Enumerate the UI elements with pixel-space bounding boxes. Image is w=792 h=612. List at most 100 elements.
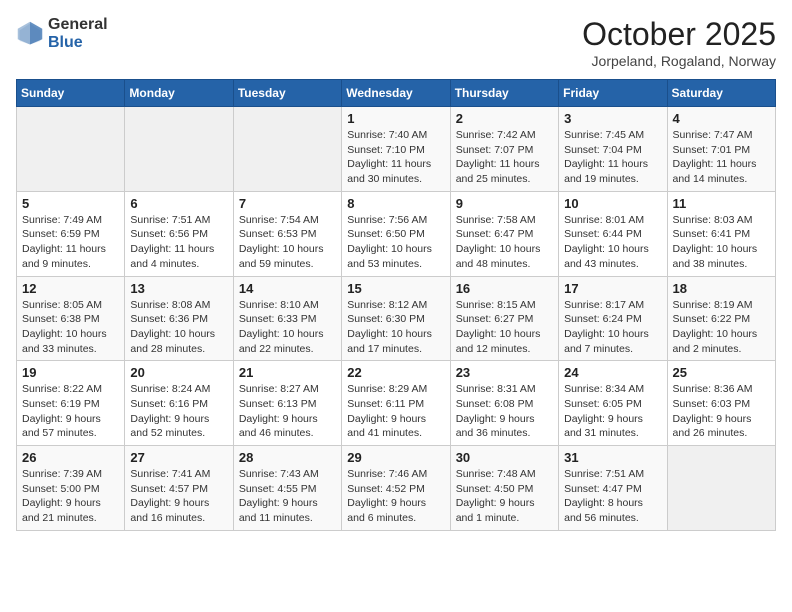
logo-icon <box>16 20 44 48</box>
calendar-week-row: 12Sunrise: 8:05 AM Sunset: 6:38 PM Dayli… <box>17 276 776 361</box>
day-number: 6 <box>130 196 227 211</box>
calendar-cell: 26Sunrise: 7:39 AM Sunset: 5:00 PM Dayli… <box>17 446 125 531</box>
day-number: 25 <box>673 365 770 380</box>
calendar-cell: 11 Sunrise: 8:03 AM Sunset: 6:41 PM Dayli… <box>667 191 775 276</box>
day-number: 20 <box>130 365 227 380</box>
day-number: 27 <box>130 450 227 465</box>
calendar-cell: 24 Sunrise: 8:34 AM Sunset: 6:05 PM Dayli… <box>559 361 667 446</box>
weekday-header: Thursday <box>450 80 558 107</box>
day-info: Sunrise: 7:39 AM Sunset: 5:00 PM Dayligh… <box>22 467 119 526</box>
calendar-cell: 23 Sunrise: 8:31 AM Sunset: 6:08 PM Dayli… <box>450 361 558 446</box>
day-info: Sunrise: 8:03 AM Sunset: 6:41 PM Dayligh… <box>673 213 770 272</box>
day-info: Sunrise: 8:17 AM Sunset: 6:24 PM Dayligh… <box>564 298 661 357</box>
calendar-cell: 4 Sunrise: 7:47 AM Sunset: 7:01 PM Daylig… <box>667 107 775 192</box>
weekday-header: Tuesday <box>233 80 341 107</box>
day-info: Sunrise: 8:36 AM Sunset: 6:03 PM Dayligh… <box>673 382 770 441</box>
day-number: 23 <box>456 365 553 380</box>
day-number: 28 <box>239 450 336 465</box>
calendar-cell: 7 Sunrise: 7:54 AM Sunset: 6:53 PM Daylig… <box>233 191 341 276</box>
calendar-cell <box>667 446 775 531</box>
day-info: Sunrise: 8:34 AM Sunset: 6:05 PM Dayligh… <box>564 382 661 441</box>
calendar-cell: 31 Sunrise: 7:51 AM Sunset: 4:47 PM Dayli… <box>559 446 667 531</box>
day-info: Sunrise: 8:31 AM Sunset: 6:08 PM Dayligh… <box>456 382 553 441</box>
day-info: Sunrise: 8:22 AM Sunset: 6:19 PM Dayligh… <box>22 382 119 441</box>
day-number: 18 <box>673 281 770 296</box>
calendar-cell: 14 Sunrise: 8:10 AM Sunset: 6:33 PM Dayli… <box>233 276 341 361</box>
day-number: 10 <box>564 196 661 211</box>
day-info: Sunrise: 7:46 AM Sunset: 4:52 PM Dayligh… <box>347 467 444 526</box>
day-number: 3 <box>564 111 661 126</box>
calendar-week-row: 1 Sunrise: 7:40 AM Sunset: 7:10 PM Daylig… <box>17 107 776 192</box>
day-number: 4 <box>673 111 770 126</box>
calendar-cell: 20 Sunrise: 8:24 AM Sunset: 6:16 PM Dayli… <box>125 361 233 446</box>
day-info: Sunrise: 7:51 AM Sunset: 6:56 PM Dayligh… <box>130 213 227 272</box>
weekday-header: Monday <box>125 80 233 107</box>
day-info: Sunrise: 8:08 AM Sunset: 6:36 PM Dayligh… <box>130 298 227 357</box>
title-block: October 2025 Jorpeland, Rogaland, Norway <box>582 16 776 69</box>
day-info: Sunrise: 8:12 AM Sunset: 6:30 PM Dayligh… <box>347 298 444 357</box>
day-number: 22 <box>347 365 444 380</box>
calendar-cell: 9 Sunrise: 7:58 AM Sunset: 6:47 PM Daylig… <box>450 191 558 276</box>
day-info: Sunrise: 7:56 AM Sunset: 6:50 PM Dayligh… <box>347 213 444 272</box>
day-number: 29 <box>347 450 444 465</box>
weekday-header: Wednesday <box>342 80 450 107</box>
day-number: 17 <box>564 281 661 296</box>
calendar-cell: 8 Sunrise: 7:56 AM Sunset: 6:50 PM Daylig… <box>342 191 450 276</box>
day-number: 31 <box>564 450 661 465</box>
day-info: Sunrise: 7:45 AM Sunset: 7:04 PM Dayligh… <box>564 128 661 187</box>
calendar-week-row: 26Sunrise: 7:39 AM Sunset: 5:00 PM Dayli… <box>17 446 776 531</box>
day-info: Sunrise: 8:19 AM Sunset: 6:22 PM Dayligh… <box>673 298 770 357</box>
logo: General Blue <box>16 16 108 52</box>
calendar-cell: 3 Sunrise: 7:45 AM Sunset: 7:04 PM Daylig… <box>559 107 667 192</box>
day-info: Sunrise: 7:42 AM Sunset: 7:07 PM Dayligh… <box>456 128 553 187</box>
calendar-header: SundayMondayTuesdayWednesdayThursdayFrid… <box>17 80 776 107</box>
day-number: 19 <box>22 365 119 380</box>
calendar-cell: 29 Sunrise: 7:46 AM Sunset: 4:52 PM Dayli… <box>342 446 450 531</box>
day-number: 15 <box>347 281 444 296</box>
logo-text: General Blue <box>48 16 108 52</box>
weekday-header: Saturday <box>667 80 775 107</box>
calendar-cell: 2 Sunrise: 7:42 AM Sunset: 7:07 PM Daylig… <box>450 107 558 192</box>
calendar-week-row: 5Sunrise: 7:49 AM Sunset: 6:59 PM Daylig… <box>17 191 776 276</box>
day-info: Sunrise: 8:24 AM Sunset: 6:16 PM Dayligh… <box>130 382 227 441</box>
day-info: Sunrise: 8:10 AM Sunset: 6:33 PM Dayligh… <box>239 298 336 357</box>
day-info: Sunrise: 8:01 AM Sunset: 6:44 PM Dayligh… <box>564 213 661 272</box>
calendar-table: SundayMondayTuesdayWednesdayThursdayFrid… <box>16 79 776 531</box>
day-number: 11 <box>673 196 770 211</box>
page-header: General Blue October 2025 Jorpeland, Rog… <box>16 16 776 69</box>
calendar-cell: 19 Sunrise: 8:22 AM Sunset: 6:19 PM Dayli… <box>17 361 125 446</box>
calendar-cell: 18 Sunrise: 8:19 AM Sunset: 6:22 PM Dayli… <box>667 276 775 361</box>
calendar-cell <box>17 107 125 192</box>
calendar-cell: 17 Sunrise: 8:17 AM Sunset: 6:24 PM Dayli… <box>559 276 667 361</box>
weekday-header: Sunday <box>17 80 125 107</box>
calendar-cell: 1 Sunrise: 7:40 AM Sunset: 7:10 PM Daylig… <box>342 107 450 192</box>
day-number: 16 <box>456 281 553 296</box>
location: Jorpeland, Rogaland, Norway <box>582 53 776 69</box>
calendar-cell: 22Sunrise: 8:29 AM Sunset: 6:11 PM Dayli… <box>342 361 450 446</box>
day-info: Sunrise: 7:54 AM Sunset: 6:53 PM Dayligh… <box>239 213 336 272</box>
day-number: 24 <box>564 365 661 380</box>
day-info: Sunrise: 7:49 AM Sunset: 6:59 PM Dayligh… <box>22 213 119 272</box>
calendar-cell: 16Sunrise: 8:15 AM Sunset: 6:27 PM Dayli… <box>450 276 558 361</box>
day-number: 7 <box>239 196 336 211</box>
day-number: 14 <box>239 281 336 296</box>
calendar-cell: 28 Sunrise: 7:43 AM Sunset: 4:55 PM Dayli… <box>233 446 341 531</box>
calendar-cell: 25 Sunrise: 8:36 AM Sunset: 6:03 PM Dayli… <box>667 361 775 446</box>
day-number: 9 <box>456 196 553 211</box>
day-number: 8 <box>347 196 444 211</box>
day-info: Sunrise: 7:58 AM Sunset: 6:47 PM Dayligh… <box>456 213 553 272</box>
day-info: Sunrise: 7:41 AM Sunset: 4:57 PM Dayligh… <box>130 467 227 526</box>
day-info: Sunrise: 7:47 AM Sunset: 7:01 PM Dayligh… <box>673 128 770 187</box>
day-number: 21 <box>239 365 336 380</box>
day-info: Sunrise: 7:43 AM Sunset: 4:55 PM Dayligh… <box>239 467 336 526</box>
day-info: Sunrise: 7:51 AM Sunset: 4:47 PM Dayligh… <box>564 467 661 526</box>
calendar-cell: 6 Sunrise: 7:51 AM Sunset: 6:56 PM Daylig… <box>125 191 233 276</box>
calendar-cell: 15 Sunrise: 8:12 AM Sunset: 6:30 PM Dayli… <box>342 276 450 361</box>
day-number: 1 <box>347 111 444 126</box>
month-title: October 2025 <box>582 16 776 53</box>
calendar-cell: 13 Sunrise: 8:08 AM Sunset: 6:36 PM Dayli… <box>125 276 233 361</box>
day-number: 13 <box>130 281 227 296</box>
day-number: 2 <box>456 111 553 126</box>
calendar-cell: 10 Sunrise: 8:01 AM Sunset: 6:44 PM Dayli… <box>559 191 667 276</box>
day-info: Sunrise: 7:40 AM Sunset: 7:10 PM Dayligh… <box>347 128 444 187</box>
